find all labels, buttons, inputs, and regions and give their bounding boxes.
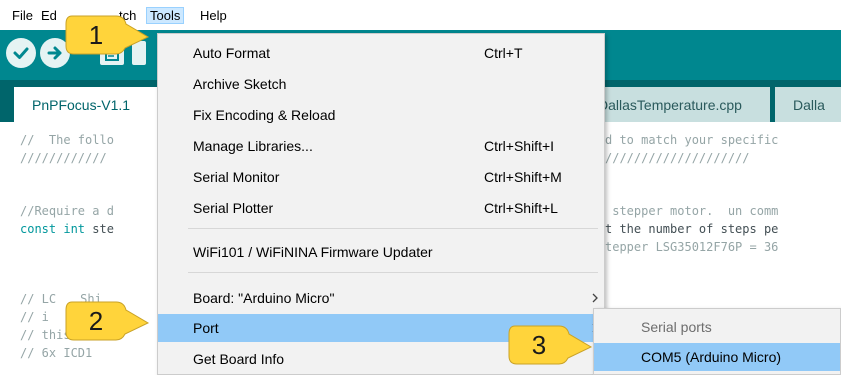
submenu-header-serial-ports: Serial ports: [594, 313, 840, 341]
port-submenu: Serial ports COM5 (Arduino Micro): [593, 308, 841, 375]
callout-number: 3: [531, 330, 547, 360]
submenu-item-label: COM5 (Arduino Micro): [641, 349, 782, 365]
code-line: const int ste: [20, 222, 114, 236]
menu-item-shortcut: Ctrl+T: [484, 45, 523, 61]
code-line: tepper LSG35012F76P = 36: [605, 240, 779, 254]
code-line: // i: [20, 310, 49, 324]
menu-item-shortcut: Ctrl+Shift+M: [484, 169, 562, 185]
code-line: d to match your specific: [605, 133, 779, 147]
menu-item-shortcut: Ctrl+Shift+L: [484, 200, 558, 216]
callout-3: 3: [505, 320, 595, 370]
menu-item-label: Fix Encoding & Reload: [193, 107, 336, 123]
menu-item-label: Manage Libraries...: [193, 138, 313, 154]
menu-item-label: Archive Sketch: [193, 76, 287, 92]
menu-item-label: Serial Plotter: [193, 200, 274, 216]
menu-item-fix-encoding[interactable]: Fix Encoding & Reload: [158, 101, 604, 129]
menu-item-label: Board: "Arduino Micro": [193, 290, 335, 306]
menu-tools[interactable]: Tools: [145, 7, 185, 24]
verify-button[interactable]: [6, 38, 36, 68]
code-line: ////////////////////: [605, 151, 750, 165]
menu-edit[interactable]: Ed: [38, 8, 60, 23]
menu-item-label: Port: [193, 320, 219, 336]
menu-item-manage-libraries[interactable]: Manage Libraries... Ctrl+Shift+I: [158, 132, 604, 160]
checkmark-icon: [13, 47, 29, 59]
menu-item-label: WiFi101 / WiFiNINA Firmware Updater: [193, 244, 433, 260]
submenu-header-label: Serial ports: [641, 319, 712, 335]
code-line: ////////////: [20, 151, 107, 165]
menu-item-auto-format[interactable]: Auto Format Ctrl+T: [158, 39, 604, 67]
callout-number: 1: [88, 20, 104, 50]
menu-item-shortcut: Ctrl+Shift+I: [484, 138, 555, 154]
menu-separator: [188, 272, 598, 273]
code-line: stepper motor. un comm: [605, 204, 779, 218]
menu-item-serial-monitor[interactable]: Serial Monitor Ctrl+Shift+M: [158, 163, 604, 191]
code-line: //Require a d: [20, 204, 114, 218]
tab-dallas[interactable]: Dalla: [775, 87, 841, 122]
menu-item-board[interactable]: Board: "Arduino Micro": [158, 284, 604, 312]
code-line: // The follo: [20, 133, 114, 147]
menu-item-archive-sketch[interactable]: Archive Sketch: [158, 70, 604, 98]
menu-file[interactable]: File: [9, 8, 36, 23]
menu-item-label: Serial Monitor: [193, 169, 280, 185]
tab-dallastemperature[interactable]: DallasTemperature.cpp: [578, 87, 770, 122]
submenu-item-com5[interactable]: COM5 (Arduino Micro): [594, 343, 840, 371]
code-line: t the number of steps pe: [605, 222, 779, 236]
menu-item-label: Auto Format: [193, 45, 271, 61]
callout-number: 2: [88, 306, 104, 336]
menu-separator: [188, 228, 598, 229]
tab-pnpfocus[interactable]: PnPFocus-V1.1: [14, 87, 159, 122]
menu-item-label: Get Board Info: [193, 351, 285, 367]
code-line: // 6x ICD1: [20, 346, 93, 360]
chevron-right-icon: [592, 293, 598, 303]
callout-2: 2: [62, 296, 152, 346]
menu-item-firmware-updater[interactable]: WiFi101 / WiFiNINA Firmware Updater: [158, 238, 604, 266]
menu-item-serial-plotter[interactable]: Serial Plotter Ctrl+Shift+L: [158, 194, 604, 222]
menu-help[interactable]: Help: [197, 8, 230, 23]
callout-1: 1: [62, 10, 152, 60]
